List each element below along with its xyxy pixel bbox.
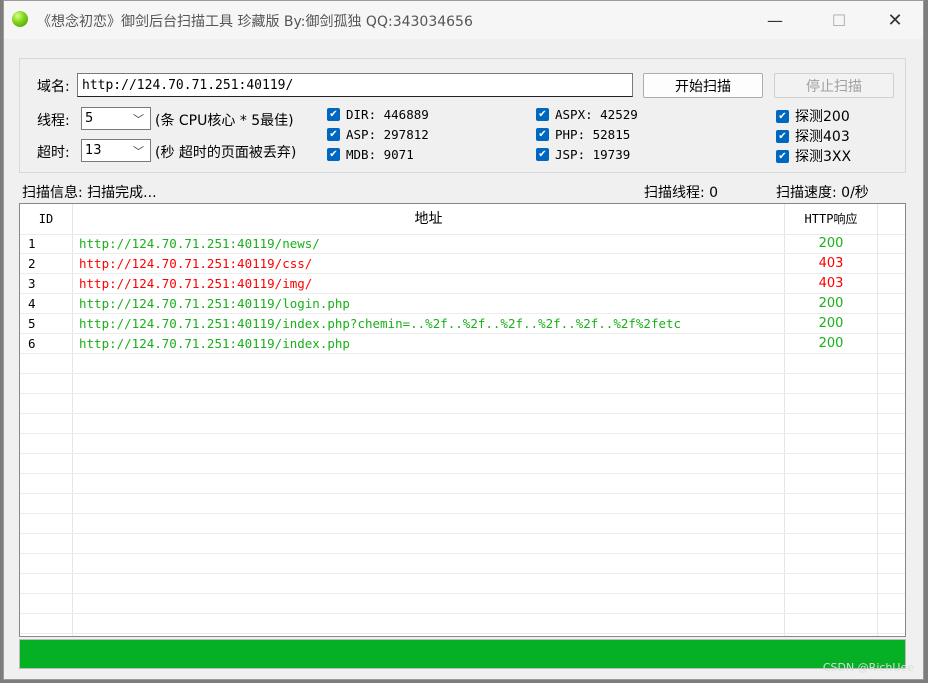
window-title: 《想念初恋》御剑后台扫描工具 珍藏版 By:御剑孤独 QQ:343034656 [37, 14, 473, 30]
table-body: 1 http://124.70.71.251:40119/news/200 2 htt… [20, 234, 905, 634]
app-logo-icon [12, 11, 28, 27]
table-row-empty [20, 374, 905, 394]
check-icon: ✔ [327, 128, 340, 141]
check-icon: ✔ [327, 148, 340, 161]
table-row-empty [20, 554, 905, 574]
check-icon: ✔ [536, 108, 549, 121]
close-button[interactable]: ✕ [872, 1, 918, 39]
scan-threads-status: 扫描线程: 0 [644, 185, 719, 201]
timeout-label: 超时: [37, 145, 70, 161]
threads-hint: (条 CPU核心 * 5最佳) [155, 113, 294, 129]
chevron-down-icon: ﹀ [133, 113, 144, 126]
scan-speed-status: 扫描速度: 0/秒 [776, 185, 869, 201]
progress-fill [20, 640, 905, 668]
table-row-empty [20, 514, 905, 534]
timeout-select[interactable]: 13 ﹀ [81, 139, 151, 162]
check-icon: ✔ [776, 109, 789, 123]
domain-label: 域名: [37, 79, 70, 95]
check-icon: ✔ [776, 129, 789, 143]
table-row[interactable]: 5 http://124.70.71.251:40119/index.php?ch… [20, 314, 905, 334]
header-address[interactable]: 地址 [73, 204, 784, 234]
check-icon: ✔ [776, 149, 789, 163]
table-row-empty [20, 454, 905, 474]
cell-code: 200 [818, 316, 844, 331]
timeout-value: 13 [85, 143, 102, 158]
table-header: ID 地址 HTTP响应 [20, 204, 905, 235]
cell-id: 6 [28, 336, 36, 351]
watermark: CSDN @RichUee [822, 661, 914, 674]
header-id[interactable]: ID [20, 204, 72, 234]
maximize-button[interactable]: ☐ [816, 1, 862, 39]
cell-code: 200 [818, 236, 844, 251]
table-row[interactable]: 4 http://124.70.71.251:40119/login.php 200 [20, 294, 905, 314]
table-row-empty [20, 354, 905, 374]
cell-code: 403 [818, 276, 844, 291]
table-row-empty [20, 414, 905, 434]
mdb-checkbox[interactable]: ✔ MDB: 9071 [327, 147, 414, 162]
table-row-empty [20, 534, 905, 554]
dir-checkbox[interactable]: ✔ DIR: 446889 [327, 107, 429, 122]
table-row-empty [20, 394, 905, 414]
cell-id: 1 [28, 236, 36, 251]
scan-info-status: 扫描信息: 扫描完成... [22, 185, 157, 201]
minimize-button[interactable]: — [752, 1, 798, 39]
cell-url: http://124.70.71.251:40119/login.php [79, 296, 350, 311]
asp-checkbox[interactable]: ✔ ASP: 297812 [327, 127, 429, 142]
table-row-empty [20, 434, 905, 454]
header-http[interactable]: HTTP响应 [785, 204, 877, 234]
threads-select[interactable]: 5 ﹀ [81, 107, 151, 130]
cell-id: 4 [28, 296, 36, 311]
start-scan-button[interactable]: 开始扫描 [643, 73, 763, 98]
check-icon: ✔ [536, 148, 549, 161]
title-bar[interactable]: 《想念初恋》御剑后台扫描工具 珍藏版 By:御剑孤独 QQ:343034656 … [4, 1, 923, 39]
probe-403-checkbox[interactable]: ✔ 探测403 [776, 126, 850, 146]
threads-value: 5 [85, 111, 94, 126]
table-row[interactable]: 3 http://124.70.71.251:40119/img/403 [20, 274, 905, 294]
jsp-checkbox[interactable]: ✔ JSP: 19739 [536, 147, 630, 162]
cell-url: http://124.70.71.251:40119/img/ [79, 276, 313, 291]
check-icon: ✔ [327, 108, 340, 121]
php-checkbox[interactable]: ✔ PHP: 52815 [536, 127, 630, 142]
table-row[interactable]: 6 http://124.70.71.251:40119/index.php 200 [20, 334, 905, 354]
results-table[interactable]: ID 地址 HTTP响应 1 http://124.70.71.251:40119… [19, 203, 906, 637]
progress-bar [19, 639, 906, 669]
cell-url: http://124.70.71.251:40119/index.php?che… [79, 316, 682, 331]
cell-code: 200 [818, 296, 844, 311]
threads-label: 线程: [37, 113, 70, 129]
aspx-checkbox[interactable]: ✔ ASPX: 42529 [536, 107, 638, 122]
table-row-empty [20, 614, 905, 634]
table-row-empty [20, 474, 905, 494]
stop-scan-button[interactable]: 停止扫描 [774, 73, 894, 98]
cell-id: 3 [28, 276, 36, 291]
cell-id: 2 [28, 256, 36, 271]
cell-url: http://124.70.71.251:40119/css/ [79, 256, 313, 271]
probe-200-checkbox[interactable]: ✔ 探测200 [776, 106, 850, 126]
chevron-down-icon: ﹀ [133, 145, 144, 158]
table-row-empty [20, 574, 905, 594]
check-icon: ✔ [536, 128, 549, 141]
cell-code: 403 [818, 256, 844, 271]
cell-code: 200 [818, 336, 844, 351]
cell-url: http://124.70.71.251:40119/index.php [79, 336, 350, 351]
cell-url: http://124.70.71.251:40119/news/ [79, 236, 320, 251]
probe-3xx-checkbox[interactable]: ✔ 探测3XX [776, 146, 851, 166]
table-row[interactable]: 1 http://124.70.71.251:40119/news/200 [20, 234, 905, 254]
domain-input[interactable] [77, 73, 633, 97]
table-row-empty [20, 594, 905, 614]
table-row-empty [20, 494, 905, 514]
cell-id: 5 [28, 316, 36, 331]
timeout-hint: (秒 超时的页面被丢弃) [155, 145, 297, 161]
table-row[interactable]: 2 http://124.70.71.251:40119/css/403 [20, 254, 905, 274]
